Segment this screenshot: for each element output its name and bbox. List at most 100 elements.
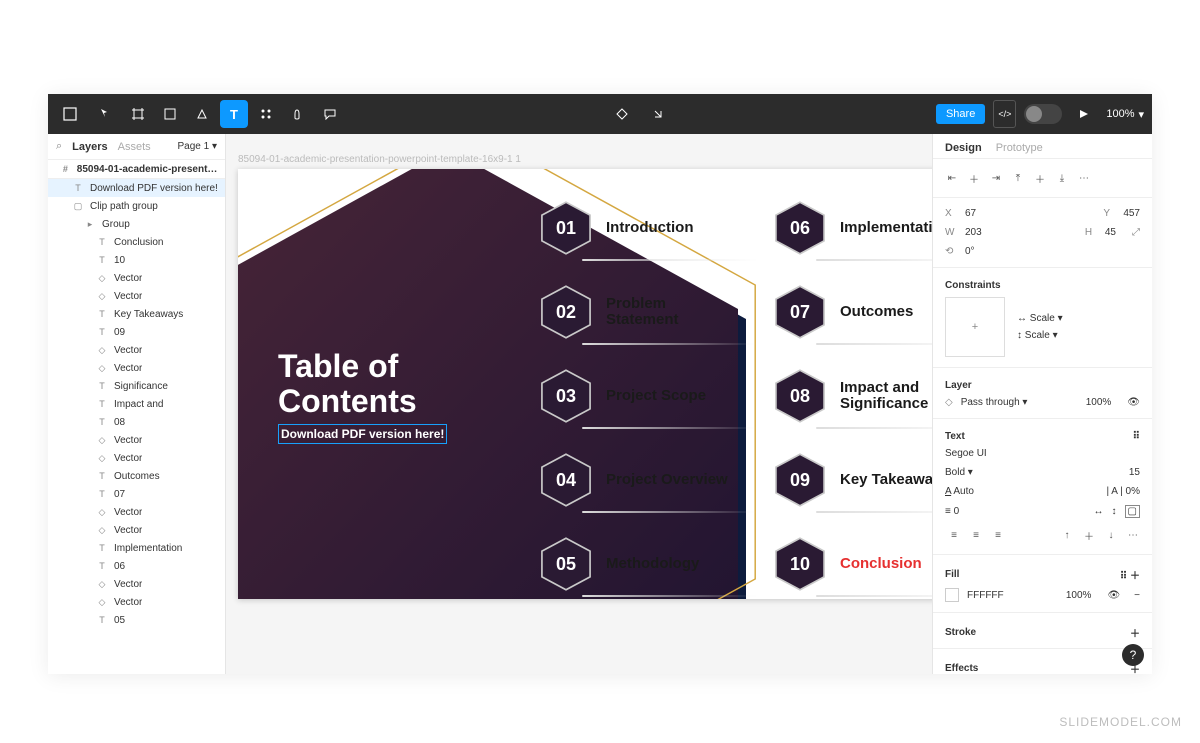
tab-design[interactable]: Design	[945, 142, 982, 154]
layer-row[interactable]: T09	[48, 323, 225, 341]
layer-row[interactable]: ◇Vector	[48, 431, 225, 449]
shape-tool[interactable]	[156, 100, 184, 128]
text-align-middle[interactable]: ＋	[1080, 526, 1098, 544]
layer-row[interactable]: T05	[48, 611, 225, 629]
auto-width[interactable]: ↔	[1094, 506, 1104, 517]
text-align-right[interactable]: ≡	[989, 526, 1007, 544]
toc-item: 03Project Scope	[538, 357, 758, 435]
align-bottom[interactable]: ⤓	[1053, 169, 1071, 187]
layer-row[interactable]: ◇Vector	[48, 575, 225, 593]
help-button[interactable]: ?	[1122, 644, 1144, 666]
layer-frame[interactable]: # 85094-01-academic-presentatio…	[48, 160, 225, 179]
add-stroke[interactable]: ＋	[1130, 625, 1140, 640]
tab-assets[interactable]: Assets	[118, 141, 151, 153]
font-family[interactable]: Segoe UI	[945, 448, 987, 459]
align-more[interactable]: ⋯	[1075, 169, 1093, 187]
layer-row[interactable]: T08	[48, 413, 225, 431]
fill-hex[interactable]: FFFFFF	[967, 590, 1004, 601]
text-more[interactable]: ⋯	[1124, 526, 1142, 544]
paragraph-spacing[interactable]: ≡ 0	[945, 506, 959, 517]
layer-row[interactable]: ▢Clip path group	[48, 197, 225, 215]
fill-swatch[interactable]	[945, 588, 959, 602]
text-align-top[interactable]: ↑	[1058, 526, 1076, 544]
layer-selected[interactable]: T Download PDF version here!	[48, 179, 225, 197]
layer-row[interactable]: TOutcomes	[48, 467, 225, 485]
page-selector[interactable]: Page 1 ▾	[177, 141, 217, 152]
layer-label: Key Takeaways	[114, 309, 183, 320]
align-vcenter[interactable]: ＋	[1031, 169, 1049, 187]
toc-item: 10Conclusion	[772, 525, 932, 599]
layer-label: Vector	[114, 273, 142, 284]
layer-row[interactable]: T07	[48, 485, 225, 503]
devmode-button[interactable]: </>	[993, 100, 1016, 128]
align-left[interactable]: ⇤	[943, 169, 961, 187]
prop-x[interactable]: 67	[965, 208, 976, 219]
layer-row[interactable]: TSignificance	[48, 377, 225, 395]
prop-h[interactable]: 45	[1105, 227, 1116, 238]
layer-row[interactable]: ◇Vector	[48, 341, 225, 359]
layer-row[interactable]: ◇Vector	[48, 359, 225, 377]
layer-row[interactable]: T06	[48, 557, 225, 575]
constraints-widget[interactable]	[945, 297, 1005, 357]
frame-tool[interactable]	[124, 100, 152, 128]
present-button[interactable]	[1070, 100, 1098, 128]
line-height[interactable]: A Auto	[945, 486, 974, 497]
layer-row[interactable]: ◇Vector	[48, 449, 225, 467]
tab-prototype[interactable]: Prototype	[996, 142, 1043, 154]
remove-fill[interactable]: −	[1134, 590, 1140, 601]
font-size[interactable]: 15	[1129, 467, 1140, 478]
devmode-toggle[interactable]	[1024, 104, 1062, 124]
layer-opacity[interactable]: 100%	[1086, 397, 1112, 408]
zoom-control[interactable]: 100%▾	[1106, 108, 1144, 121]
reset-icon[interactable]	[644, 100, 672, 128]
layer-row[interactable]: ◇Vector	[48, 503, 225, 521]
pen-tool[interactable]	[188, 100, 216, 128]
font-weight[interactable]: Bold ▾	[945, 467, 973, 478]
layer-row[interactable]: ▸Group	[48, 215, 225, 233]
text-settings-icon[interactable]: ⠿	[1133, 431, 1140, 442]
comment-tool[interactable]	[316, 100, 344, 128]
prop-w[interactable]: 203	[965, 227, 982, 238]
align-top[interactable]: ⤒	[1009, 169, 1027, 187]
layer-row[interactable]: TConclusion	[48, 233, 225, 251]
auto-height[interactable]: ↕	[1112, 506, 1117, 517]
layer-row[interactable]: TImpact and	[48, 395, 225, 413]
align-right[interactable]: ⇥	[987, 169, 1005, 187]
align-hcenter[interactable]: ＋	[965, 169, 983, 187]
constraint-h[interactable]: ↔ Scale ▾	[1017, 313, 1063, 324]
search-icon[interactable]: ⌕	[56, 140, 62, 153]
canvas[interactable]: 85094-01-academic-presentation-powerpoin…	[226, 134, 932, 674]
prop-y[interactable]: 457	[1123, 208, 1140, 219]
constraint-v[interactable]: ↕ Scale ▾	[1017, 330, 1063, 341]
layer-row[interactable]: ◇Vector	[48, 269, 225, 287]
tab-layers[interactable]: Layers	[72, 141, 107, 153]
blend-mode[interactable]: Pass through ▾	[961, 397, 1028, 408]
layer-row[interactable]: TKey Takeaways	[48, 305, 225, 323]
constrain-icon[interactable]: ⤢	[1132, 227, 1140, 238]
text-align-left[interactable]: ≡	[945, 526, 963, 544]
layer-row[interactable]: ◇Vector	[48, 521, 225, 539]
share-button[interactable]: Share	[936, 104, 985, 124]
layer-row[interactable]: ◇Vector	[48, 593, 225, 611]
text-align-center[interactable]: ≡	[967, 526, 985, 544]
text-tool[interactable]: T	[220, 100, 248, 128]
fill-styles-icon[interactable]: ⠿	[1120, 571, 1127, 582]
layer-row[interactable]: T10	[48, 251, 225, 269]
move-tool[interactable]	[92, 100, 120, 128]
slide-frame[interactable]: Table ofContents Download PDF version he…	[238, 169, 932, 599]
fixed-size[interactable]: ▢	[1125, 505, 1140, 518]
selected-text-element[interactable]: Download PDF version here!	[278, 424, 447, 444]
visibility-icon[interactable]: 👁	[1127, 397, 1140, 408]
text-align-bottom[interactable]: ↓	[1102, 526, 1120, 544]
figma-menu-button[interactable]	[56, 100, 84, 128]
resources-tool[interactable]	[252, 100, 280, 128]
component-icon[interactable]	[608, 100, 636, 128]
prop-rotation[interactable]: 0°	[965, 246, 975, 257]
layer-row[interactable]: ◇Vector	[48, 287, 225, 305]
add-fill[interactable]: ＋	[1130, 571, 1140, 582]
hand-tool[interactable]	[284, 100, 312, 128]
fill-visibility[interactable]: 👁	[1107, 590, 1120, 601]
fill-opacity[interactable]: 100%	[1066, 590, 1092, 601]
letter-spacing[interactable]: | A | 0%	[1106, 486, 1140, 497]
layer-row[interactable]: TImplementation	[48, 539, 225, 557]
